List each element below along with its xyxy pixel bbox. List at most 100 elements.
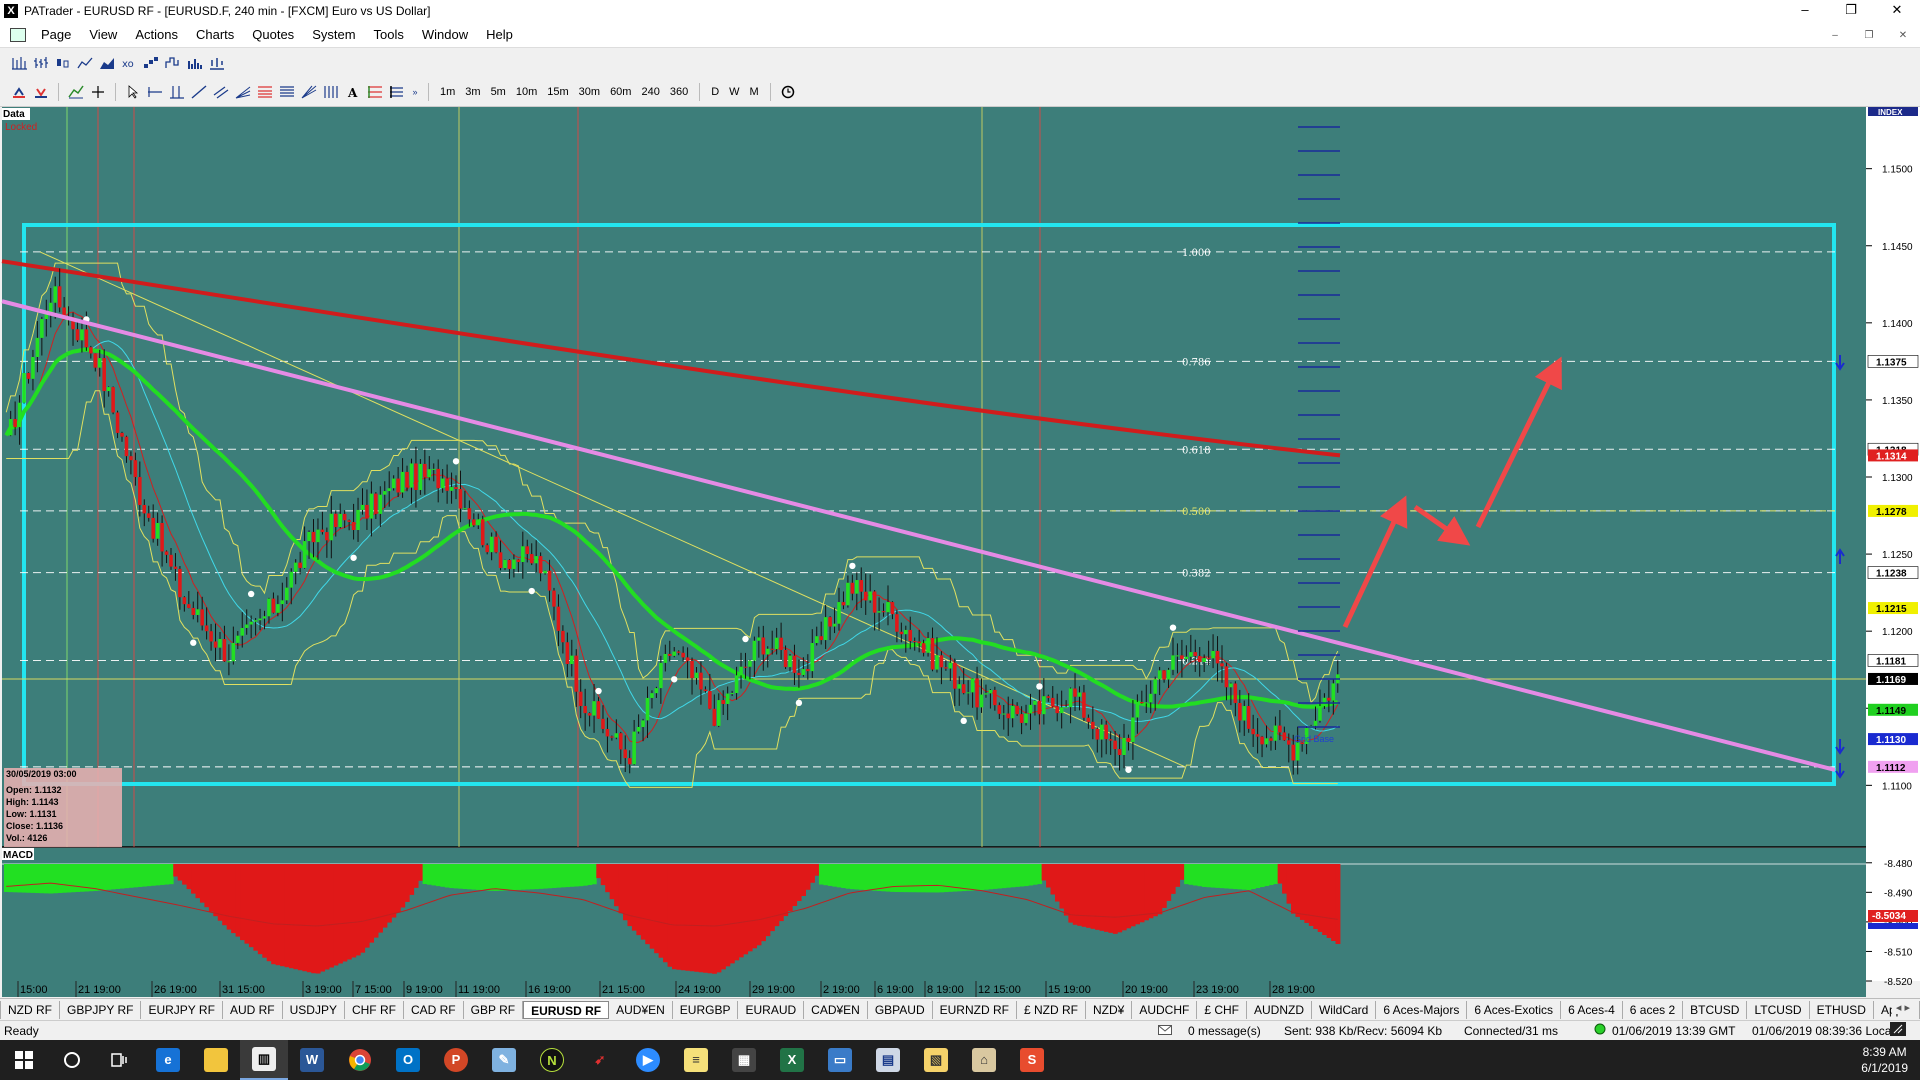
macd-bar[interactable] [21,864,27,893]
menu-system[interactable]: System [303,27,364,42]
candle-body[interactable] [601,718,605,729]
symbol-tab[interactable]: GBPAUD [868,1000,933,1019]
macd-bar[interactable] [1291,864,1296,914]
macd-bar[interactable] [1170,864,1176,894]
candle-body[interactable] [645,697,650,721]
candle-body[interactable] [489,536,494,553]
candle-body[interactable] [356,509,360,531]
candle-body[interactable] [832,623,837,627]
speed-lines-icon[interactable] [366,84,384,100]
red-bird-app-icon[interactable]: ➹ [576,1040,624,1080]
candle-body[interactable] [213,641,218,648]
signal-dot[interactable] [1169,624,1177,631]
macd-bar[interactable] [1242,864,1247,890]
candle-body[interactable] [1180,655,1184,660]
edge-browser-icon[interactable]: e [144,1040,192,1080]
macd-bar[interactable] [191,864,196,894]
signal-dot[interactable] [671,676,678,683]
patrader-app-icon[interactable]: ▥ [240,1040,288,1080]
powerpoint-icon[interactable]: P [432,1040,480,1080]
macd-bar[interactable] [1259,864,1265,888]
macd-bar[interactable] [1054,864,1060,902]
macd-bar[interactable] [525,864,530,890]
macd-bar[interactable] [939,864,945,893]
macd-bar[interactable] [413,864,419,888]
candle-body[interactable] [583,706,587,714]
candle-body[interactable] [316,529,320,543]
macd-bar[interactable] [1233,864,1238,890]
symbol-tab[interactable]: EURGBP [673,1000,739,1019]
candle-body[interactable] [320,529,325,533]
candle-body[interactable] [1273,725,1278,741]
macd-bar[interactable] [805,864,811,890]
macd-bar[interactable] [1188,864,1194,885]
macd-bar[interactable] [1148,864,1154,919]
macd-bar[interactable] [1255,864,1261,889]
candle-body[interactable] [810,643,815,672]
candle-body[interactable] [40,319,44,338]
symbol-tab[interactable]: CAD RF [404,1000,464,1019]
candle-body[interactable] [138,477,142,505]
candle-body[interactable] [561,630,565,643]
macd-bar[interactable] [93,864,98,891]
macd-bar[interactable] [244,864,250,944]
candle-body[interactable] [409,463,414,488]
symbol-tab[interactable]: AUDNZD [1247,1000,1312,1019]
macd-bar[interactable] [311,864,317,974]
macd-bar[interactable] [302,864,308,972]
macd-bar[interactable] [1014,864,1020,887]
macd-bar[interactable] [827,864,833,886]
macd-bar[interactable] [1246,864,1252,890]
timeframe-360[interactable]: 360 [665,86,693,98]
outlook-icon[interactable]: O [384,1040,432,1080]
candle-body[interactable] [164,551,169,555]
candle-body[interactable] [512,559,516,569]
macd-bar[interactable] [516,864,521,890]
candle-body[interactable] [1206,658,1211,660]
macd-bar[interactable] [186,864,192,890]
candle-body[interactable] [1260,736,1264,745]
macd-bar[interactable] [903,864,909,893]
macd-bar[interactable] [199,864,205,903]
candle-body[interactable] [351,522,356,531]
macd-bar[interactable] [1152,864,1158,917]
word-icon[interactable]: W [288,1040,336,1080]
candle-body[interactable] [289,571,294,588]
macd-bar[interactable] [658,864,664,958]
candle-body[interactable] [752,640,757,661]
candle-body[interactable] [1077,692,1082,697]
candle-body[interactable] [1229,683,1233,688]
candle-body[interactable] [1233,683,1238,703]
macd-bar[interactable] [587,864,593,885]
start-windows-icon[interactable] [0,1040,48,1080]
candle-body[interactable] [632,731,636,765]
candle-body[interactable] [792,655,797,673]
ticket-app-icon[interactable]: ⌂ [960,1040,1008,1080]
macd-bar[interactable] [17,864,23,893]
candle-body[interactable] [396,478,400,493]
candle-body[interactable] [654,688,659,694]
candle-body[interactable] [1144,702,1149,704]
macd-bar[interactable] [774,864,780,927]
macd-bar[interactable] [1215,864,1221,888]
macd-bar[interactable] [992,864,998,889]
candle-body[interactable] [1117,749,1122,756]
timeframe-10m[interactable]: 10m [511,86,542,98]
macd-bar[interactable] [672,864,677,970]
candle-body[interactable] [966,692,970,694]
candle-body[interactable] [142,504,147,514]
candle-body[interactable] [89,347,93,354]
macd-bar[interactable] [680,864,686,971]
candle-body[interactable] [823,617,828,641]
candle-body[interactable] [944,667,948,669]
line-chart-icon[interactable] [76,55,94,71]
timeframe-monthly[interactable]: M [745,86,764,98]
candle-body[interactable] [1033,700,1037,705]
candle-body[interactable] [1015,705,1019,715]
candle-body[interactable] [921,643,926,653]
candle-body[interactable] [774,637,779,650]
candle-body[interactable] [400,471,405,493]
tab-nav-arrows-icon[interactable]: ◂ ▸ [1891,1001,1914,1014]
macd-bar[interactable] [1335,864,1341,944]
timeframe-60m[interactable]: 60m [605,86,636,98]
